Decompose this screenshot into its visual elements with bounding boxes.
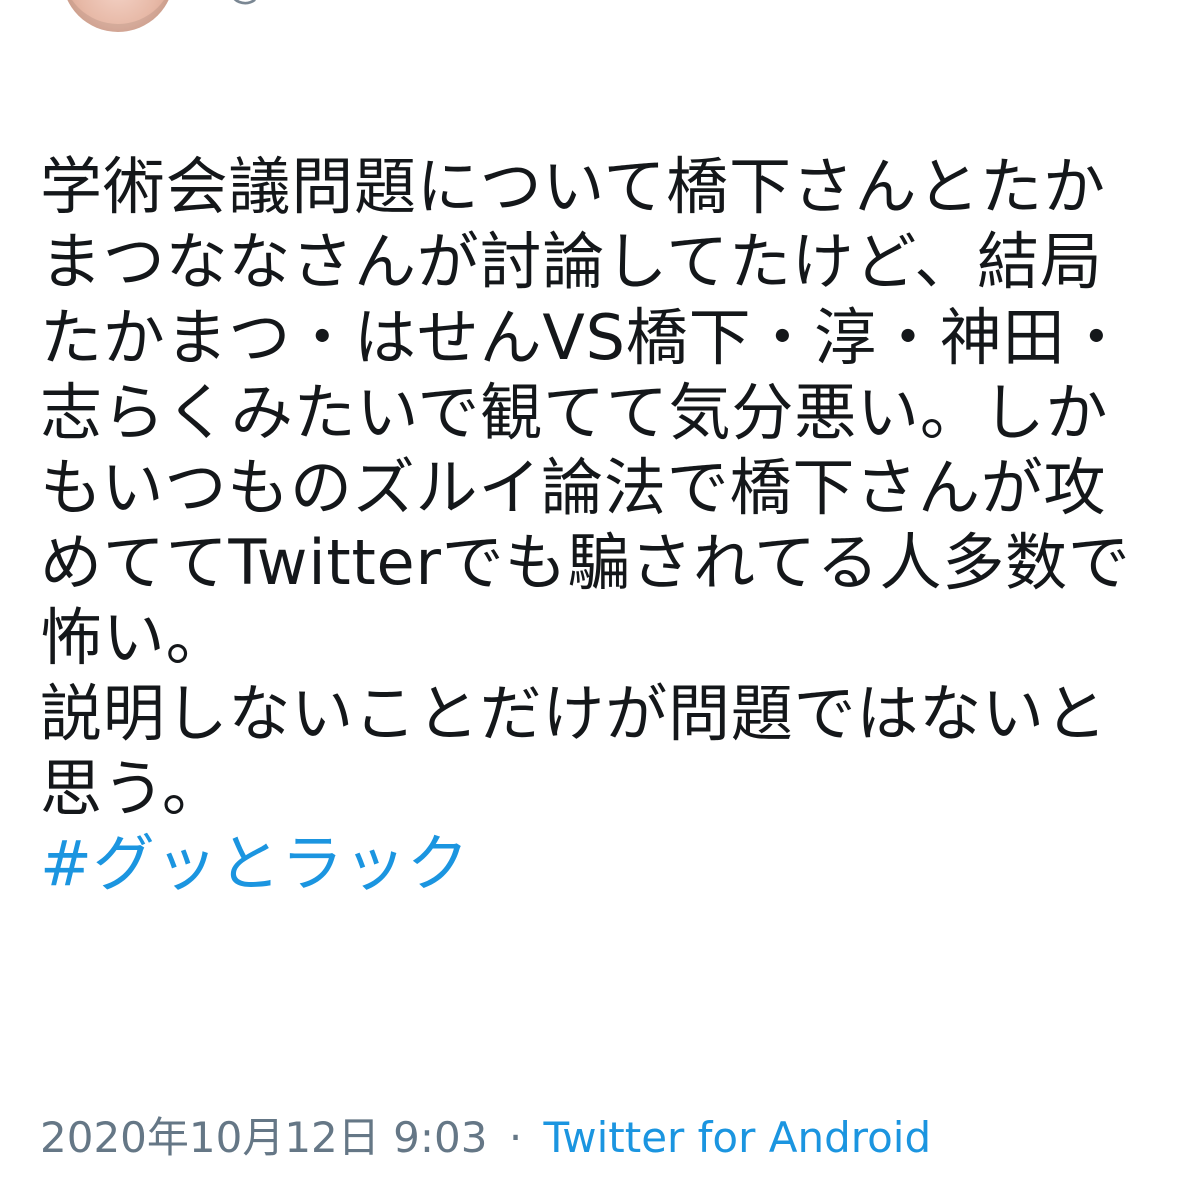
- tweet-timestamp[interactable]: 2020年10月12日 9:03: [40, 1113, 487, 1162]
- tweet-text: 学術会議問題について橋下さんとたかまつななさんが討論してたけど、結局たかまつ・は…: [40, 150, 1131, 825]
- hashtag-link[interactable]: #グッとラック: [40, 826, 1150, 901]
- meta-separator: ·: [508, 1113, 523, 1162]
- tweet-header: @: [0, 0, 1189, 40]
- avatar[interactable]: [62, 0, 174, 32]
- tweet-meta: 2020年10月12日 9:03 · Twitter for Android: [40, 1110, 931, 1166]
- user-handle[interactable]: @: [226, 0, 264, 4]
- tweet-content: 学術会議問題について橋下さんとたかまつななさんが討論してたけど、結局たかまつ・は…: [40, 74, 1150, 976]
- tweet-source-link[interactable]: Twitter for Android: [544, 1113, 932, 1162]
